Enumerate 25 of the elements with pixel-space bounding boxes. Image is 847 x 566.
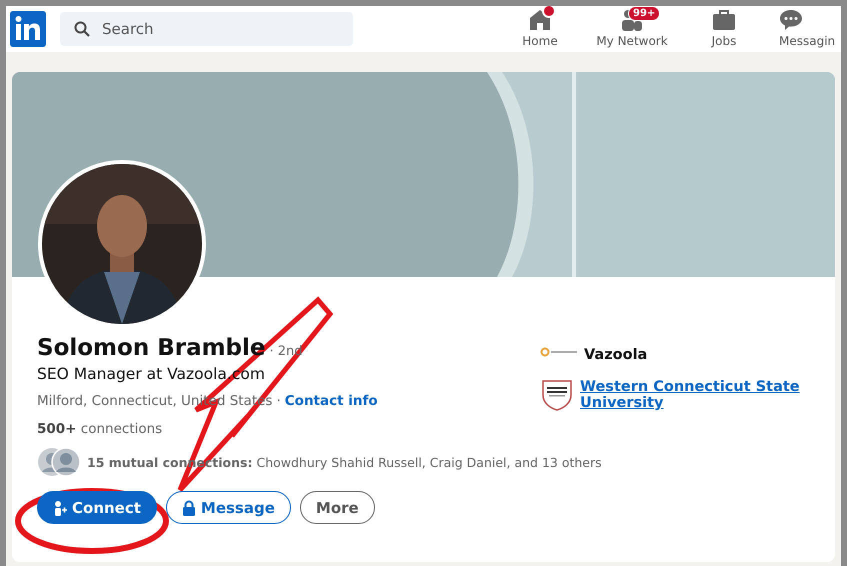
profile-name: Solomon Bramble (37, 335, 266, 361)
nav-item[interactable]: 99+ My Network (583, 8, 681, 52)
connections-link[interactable]: 500+ connections (37, 421, 162, 437)
mutual-avatars-icon (37, 447, 81, 477)
lock-icon (182, 500, 196, 516)
school-link[interactable]: Western Connecticut State University (580, 379, 812, 411)
connect-button[interactable]: Connect (37, 491, 157, 524)
company-logo-icon (540, 347, 578, 357)
add-person-icon (53, 500, 67, 516)
company-name: Vazoola (584, 347, 648, 363)
nav-item[interactable]: Jobs (681, 8, 767, 52)
search-field[interactable]: Search (60, 12, 353, 46)
search-input[interactable]: Search (100, 19, 304, 39)
contact-info-link[interactable]: Contact info (284, 393, 378, 409)
separator: · (276, 393, 281, 409)
logo-icon[interactable] (10, 11, 46, 47)
briefcase-icon (712, 8, 736, 32)
more-button[interactable]: More (300, 491, 375, 524)
home-icon (528, 8, 552, 32)
nav-item[interactable]: Messagin (767, 8, 841, 52)
shield-icon (540, 379, 574, 411)
search-icon (74, 21, 90, 37)
nav-item[interactable]: Home (497, 8, 583, 52)
message-button[interactable]: Message (166, 491, 291, 524)
notification-badge: 99+ (628, 6, 660, 21)
